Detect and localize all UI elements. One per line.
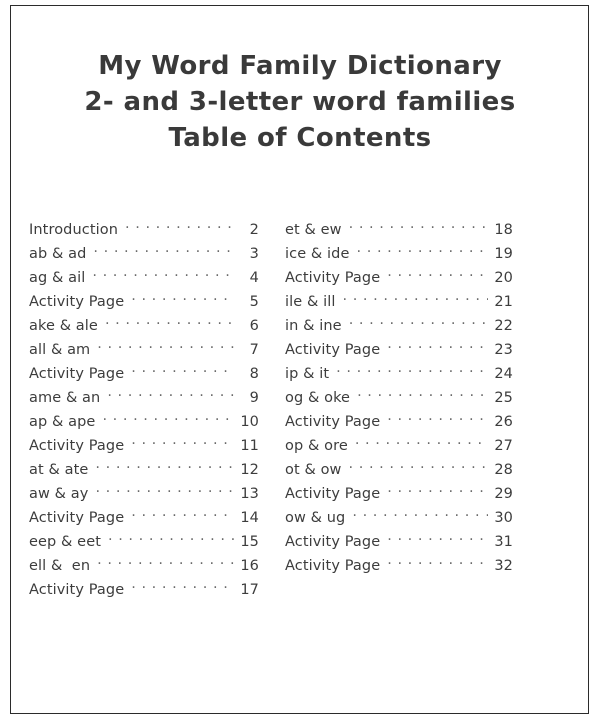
toc-entry-page-number: 17 — [240, 582, 259, 598]
toc-entry[interactable]: ot & ow28 — [285, 454, 513, 478]
toc-leader-dots — [387, 334, 488, 354]
title-line-3: Table of Contents — [168, 123, 432, 153]
toc-column-left: Introduction2ab & ad3ag & ail4Activity P… — [29, 214, 259, 598]
toc-entry[interactable]: ice & ide19 — [285, 238, 513, 262]
toc-entry[interactable]: og & oke25 — [285, 382, 513, 406]
toc-leader-dots — [387, 406, 488, 426]
toc-leader-dots — [336, 358, 488, 378]
toc-leader-dots — [357, 238, 488, 258]
toc-leader-dots — [107, 382, 234, 402]
toc-entry-label: Activity Page — [29, 582, 125, 598]
toc-leader-dots — [131, 574, 234, 594]
toc-leader-dots — [131, 502, 234, 522]
toc-leader-dots — [95, 454, 234, 474]
toc-leader-dots — [95, 478, 234, 498]
toc-entry[interactable]: Activity Page20 — [285, 262, 513, 286]
toc-leader-dots — [349, 454, 488, 474]
document-title-block: My Word Family Dictionary 2- and 3-lette… — [12, 48, 588, 156]
table-of-contents: Introduction2ab & ad3ag & ail4Activity P… — [0, 214, 600, 598]
toc-entry[interactable]: ame & an9 — [29, 382, 259, 406]
toc-leader-dots — [131, 430, 234, 450]
toc-leader-dots — [102, 406, 234, 426]
toc-entry[interactable]: Introduction2 — [29, 214, 259, 238]
document-page: My Word Family Dictionary 2- and 3-lette… — [0, 0, 600, 724]
toc-entry[interactable]: Activity Page 32 — [285, 550, 513, 574]
toc-entry[interactable]: Activity Page8 — [29, 358, 259, 382]
toc-leader-dots — [355, 430, 488, 450]
toc-entry[interactable]: all & am7 — [29, 334, 259, 358]
toc-entry[interactable]: Activity Page11 — [29, 430, 259, 454]
toc-entry[interactable]: aw & ay13 — [29, 478, 259, 502]
toc-entry[interactable]: ile & ill21 — [285, 286, 513, 310]
toc-leader-dots — [387, 478, 488, 498]
toc-entry[interactable]: ake & ale6 — [29, 310, 259, 334]
toc-entry[interactable]: ag & ail4 — [29, 262, 259, 286]
toc-leader-dots — [97, 334, 234, 354]
title-line-1: My Word Family Dictionary — [98, 51, 502, 81]
toc-leader-dots — [131, 286, 234, 306]
toc-leader-dots — [97, 550, 234, 570]
toc-leader-dots — [387, 526, 488, 546]
toc-leader-dots — [108, 526, 234, 546]
toc-entry[interactable]: in & ine22 — [285, 310, 513, 334]
toc-entry[interactable]: Activity Page26 — [285, 406, 513, 430]
toc-entry[interactable]: ab & ad3 — [29, 238, 259, 262]
toc-column-right: et & ew18ice & ide19Activity Page20ile &… — [285, 214, 513, 598]
toc-leader-dots — [387, 550, 488, 570]
toc-entry[interactable]: ell & en16 — [29, 550, 259, 574]
toc-entry[interactable]: ap & ape10 — [29, 406, 259, 430]
toc-leader-dots — [357, 382, 488, 402]
toc-entry[interactable]: Activity Page23 — [285, 334, 513, 358]
toc-entry[interactable]: Activity Page 17 — [29, 574, 259, 598]
toc-entry[interactable]: ip & it24 — [285, 358, 513, 382]
toc-entry[interactable]: at & ate12 — [29, 454, 259, 478]
toc-leader-dots — [131, 358, 234, 378]
toc-entry[interactable]: Activity Page31 — [285, 526, 513, 550]
title-line-2: 2- and 3-letter word families — [84, 87, 516, 117]
toc-entry-page-number: 32 — [494, 558, 513, 574]
toc-leader-dots — [387, 262, 488, 282]
toc-entry[interactable]: Activity Page5 — [29, 286, 259, 310]
toc-leader-dots — [349, 214, 488, 234]
toc-leader-dots — [93, 238, 234, 258]
toc-leader-dots — [92, 262, 234, 282]
toc-leader-dots — [349, 310, 488, 330]
toc-leader-dots — [105, 310, 234, 330]
toc-entry[interactable]: ow & ug30 — [285, 502, 513, 526]
toc-entry[interactable]: eep & eet15 — [29, 526, 259, 550]
toc-entry[interactable]: Activity Page14 — [29, 502, 259, 526]
toc-entry[interactable]: et & ew18 — [285, 214, 513, 238]
toc-leader-dots — [352, 502, 488, 522]
toc-leader-dots — [125, 214, 234, 234]
toc-entry[interactable]: op & ore27 — [285, 430, 513, 454]
toc-entry[interactable]: Activity Page29 — [285, 478, 513, 502]
toc-entry-label: Activity Page — [285, 558, 381, 574]
toc-leader-dots — [343, 286, 489, 306]
